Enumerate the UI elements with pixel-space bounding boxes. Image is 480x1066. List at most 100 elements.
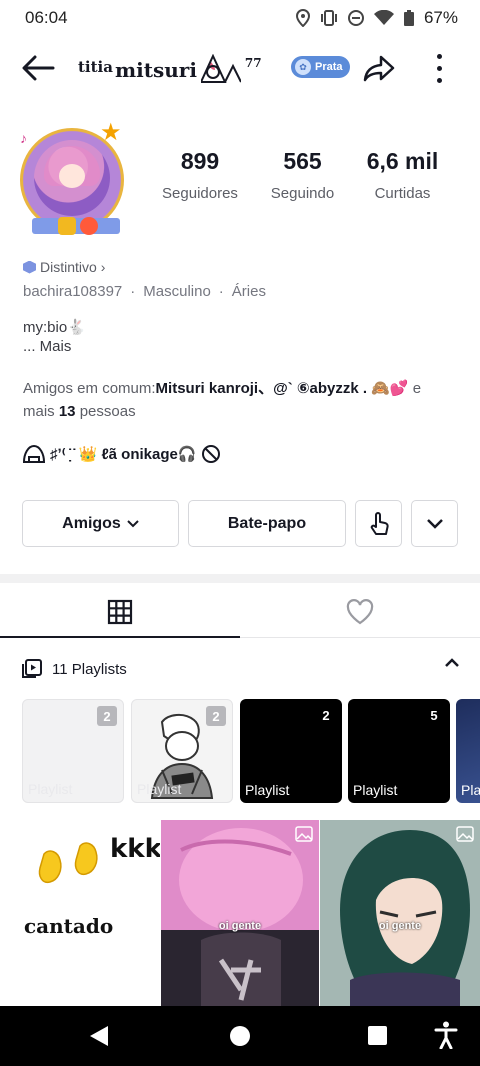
username-suffix: 77 (244, 56, 262, 70)
profile-signature: ♯ʼ⁽ ̣̇ ̇ 👑 ℓã onikage🎧 (22, 444, 221, 464)
playlist-label: Playlist (245, 782, 290, 798)
kkk-text: kkk (110, 834, 160, 864)
stat-following[interactable]: 565 Seguindo (250, 148, 355, 202)
battery-icon (403, 10, 414, 26)
badge-icon: ✿ (295, 59, 311, 75)
status-icons: 67% (295, 8, 458, 28)
stat-likes[interactable]: 6,6 mil Curtidas (355, 148, 450, 202)
bio-more[interactable]: ... Mais (23, 337, 86, 356)
mutual-friends[interactable]: Amigos em comum:Mitsuri kanroji、@` ⑥abyz… (23, 377, 453, 423)
profile-stats: 899 Seguidores 565 Seguindo 6,6 mil Curt… (150, 148, 450, 202)
video-thumbnail[interactable]: oi gente (161, 820, 319, 1006)
back-button[interactable] (18, 50, 58, 86)
onigiri-icon (22, 444, 46, 463)
mutual-count: 13 (58, 403, 76, 420)
playlist-count: 2 (206, 706, 226, 726)
do-not-disturb-icon (347, 10, 364, 26)
bio[interactable]: my:bio🐇 ... Mais (23, 318, 86, 356)
content-tabs (0, 586, 480, 638)
video-thumbnail[interactable]: kkk cantado (0, 820, 160, 1006)
separator: · (130, 283, 136, 300)
bio-text: my:bio🐇 (23, 319, 86, 336)
playlist-count: 2 (97, 706, 117, 726)
chevron-up-icon[interactable] (444, 658, 460, 668)
friends-label: Amigos (62, 514, 121, 532)
no-sign-icon (201, 445, 220, 463)
stat-followers[interactable]: 899 Seguidores (150, 148, 250, 202)
playlists-header[interactable]: 11 Playlists (22, 656, 460, 682)
playlist-icon (22, 659, 42, 678)
status-bar: 06:04 67% (0, 0, 480, 36)
avatar[interactable]: ★ ♪ (14, 118, 134, 240)
anime-thumbnail (320, 820, 480, 1006)
profile-header: titia mitsuri 77 ✿ Prata (0, 36, 480, 98)
share-button[interactable] (360, 50, 398, 86)
star-icon: ★ (100, 119, 122, 146)
music-note-icon: ♪ (20, 130, 27, 146)
stat-value: 6,6 mil (366, 148, 439, 174)
friends-button[interactable]: Amigos (22, 500, 179, 547)
more-options-button[interactable] (424, 50, 454, 86)
playlist-label: Pla (461, 782, 480, 798)
photo-icon (456, 826, 474, 847)
cantado-text: cantado (24, 914, 114, 938)
grid-icon (107, 599, 133, 624)
mutual-names: Mitsuri kanroji、@` ⑥abyzzk . (155, 380, 368, 397)
signature-text: ♯ʼ⁽ ̣̇ ̇ 👑 ℓã onikage🎧 (50, 446, 197, 463)
video-grid: kkk cantado oi gente oi gente (0, 820, 480, 1006)
playlist-count: 5 (430, 707, 438, 723)
chat-button[interactable]: Bate-papo (188, 500, 346, 547)
video-thumbnail[interactable]: oi gente (320, 820, 480, 1006)
video-caption: oi gente (218, 920, 262, 932)
nav-home-icon[interactable] (230, 1026, 250, 1046)
mutual-emoji: 🙈💕 (371, 380, 409, 397)
poke-button[interactable] (355, 500, 402, 547)
nav-back-icon[interactable] (88, 1024, 110, 1048)
hexagon-badge-icon (23, 260, 36, 274)
chevron-right-icon: › (100, 259, 106, 275)
distintivo-link[interactable]: Distintivo › (23, 259, 105, 275)
share-arrow-icon (363, 55, 395, 82)
playlist-card[interactable]: 2 Playlist (22, 699, 124, 803)
anime-thumbnail (161, 820, 319, 1006)
accessibility-icon[interactable] (434, 1021, 458, 1049)
mutual-people: pessoas (75, 403, 136, 420)
stat-value: 565 (283, 148, 322, 174)
profile-gender: Masculino (143, 283, 211, 300)
back-arrow-icon (22, 55, 55, 81)
separator: · (218, 283, 224, 300)
photo-icon (295, 826, 313, 847)
more-actions-button[interactable] (411, 500, 458, 547)
video-caption: oi gente (378, 920, 422, 932)
dot-icon (436, 53, 442, 59)
playlist-label: Playlist (137, 781, 182, 797)
stat-label: Curtidas (374, 185, 431, 202)
stat-label: Seguindo (270, 185, 335, 202)
chat-label: Bate-papo (227, 514, 307, 532)
playlist-carousel: 2 Playlist 2 Playlist 2 Playlist 5 Playl… (22, 699, 480, 803)
playlist-card[interactable]: Pla (456, 699, 480, 803)
tab-liked[interactable] (240, 586, 480, 637)
battery-percent: 67% (423, 8, 458, 27)
playlist-label: Playlist (353, 782, 398, 798)
tulip-triangle-icon (200, 54, 241, 83)
mutual-prefix: Amigos em comum: (23, 380, 156, 397)
status-time: 06:04 (25, 8, 68, 27)
dot-icon (436, 65, 442, 71)
wifi-icon (373, 10, 394, 25)
playlist-card[interactable]: 5 Playlist (348, 699, 450, 803)
stat-label: Seguidores (162, 185, 238, 202)
playlist-label: Playlist (28, 781, 73, 797)
tab-videos[interactable] (0, 586, 240, 638)
profile-handle: bachira108397 (23, 283, 123, 300)
hand-tap-icon (370, 511, 389, 535)
playlist-card[interactable]: 2 Playlist (240, 699, 342, 803)
profile-meta: bachira108397 · Masculino · Áries (23, 283, 266, 300)
rank-badge[interactable]: ✿ Prata (291, 56, 350, 78)
vibrate-icon (320, 10, 337, 26)
stat-value: 899 (180, 148, 220, 174)
playlist-count: 2 (322, 707, 330, 723)
nav-recents-icon[interactable] (368, 1026, 387, 1045)
playlist-card[interactable]: 2 Playlist (131, 699, 233, 803)
section-divider (0, 574, 480, 583)
